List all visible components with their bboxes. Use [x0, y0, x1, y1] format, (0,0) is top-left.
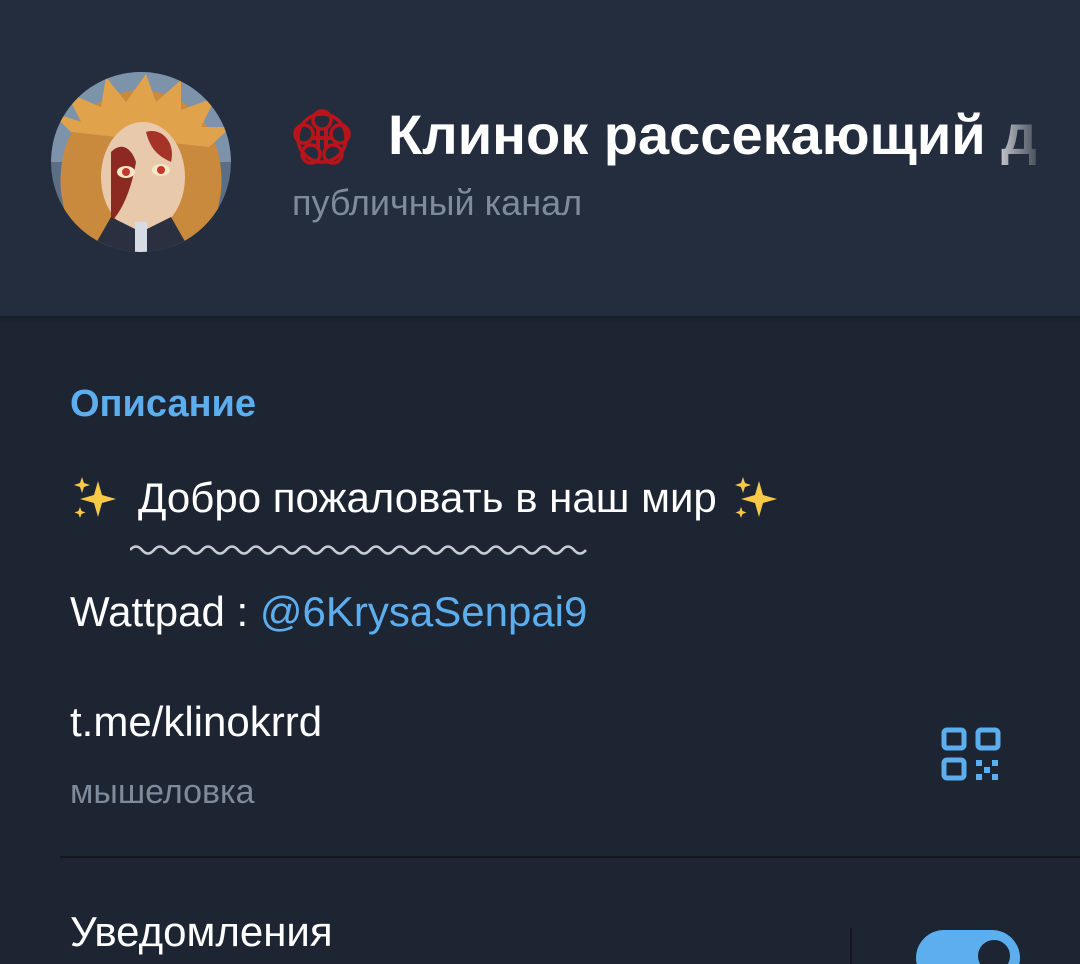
- header-shadow: [0, 316, 1080, 324]
- section-divider: [60, 856, 1080, 858]
- wattpad-label: Wattpad :: [70, 588, 260, 635]
- wavy-divider: [130, 545, 587, 555]
- channel-info-screen: Клинок рассекающий д публичный канал Опи…: [0, 0, 1080, 964]
- wattpad-handle-link[interactable]: @6KrysaSenpai9: [260, 588, 588, 635]
- description-section-title: Описание: [70, 383, 257, 425]
- notifications-toggle[interactable]: [916, 930, 1020, 964]
- wattpad-line: Wattpad : @6KrysaSenpai9: [70, 584, 587, 640]
- toggle-knob: [974, 936, 1014, 964]
- notifications-separator: [850, 928, 852, 964]
- channel-link-caption: мышеловка: [70, 773, 255, 811]
- description-text: Добро пожаловать в наш мир: [138, 474, 717, 521]
- sparkles-icon: [731, 473, 781, 523]
- sparkles-icon: [70, 473, 120, 523]
- channel-type-label: публичный канал: [292, 182, 583, 223]
- channel-header: Клинок рассекающий д публичный канал: [0, 0, 1080, 316]
- qr-code-icon[interactable]: [940, 726, 1002, 784]
- channel-title: Клинок рассекающий д: [388, 103, 1037, 166]
- channel-link[interactable]: t.me/klinokrrd: [70, 694, 322, 750]
- red-crest-icon: [292, 108, 352, 168]
- channel-description[interactable]: Добро пожаловать в наш мир: [70, 470, 781, 526]
- channel-avatar[interactable]: [51, 72, 231, 252]
- notifications-label[interactable]: Уведомления: [70, 902, 333, 962]
